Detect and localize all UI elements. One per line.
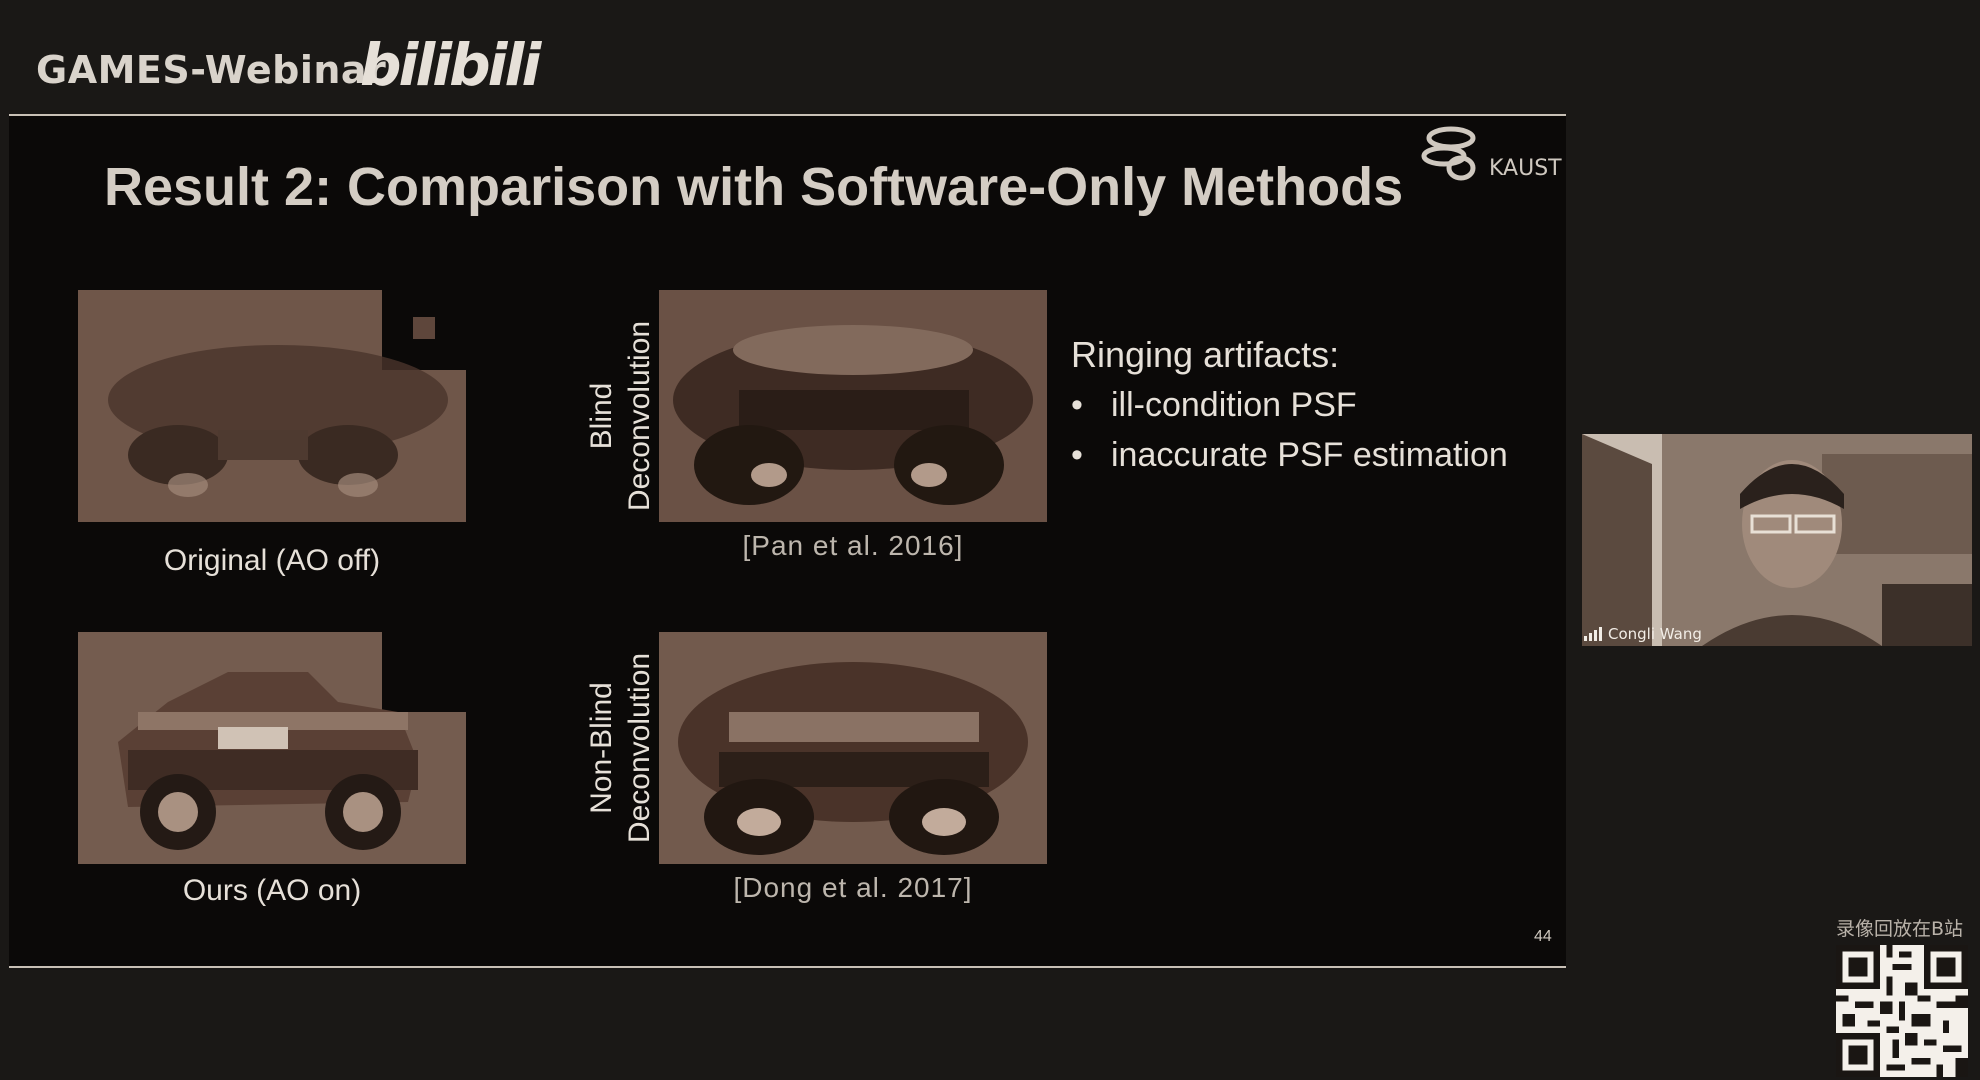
original-caption: Original (AO off) bbox=[163, 544, 381, 577]
speaker-video-tile[interactable] bbox=[1582, 434, 1972, 646]
speaker-name: Congli Wang bbox=[1608, 625, 1702, 643]
bullet: • bbox=[1071, 386, 1083, 424]
speaker-name-bar: Congli Wang bbox=[1584, 624, 1702, 644]
nonblind-label-line1: Non-Blind bbox=[585, 682, 618, 814]
blind-citation: [Pan et al. 2016] bbox=[742, 530, 964, 561]
brand-title: GAMES-Webinar bbox=[36, 48, 387, 92]
replay-hint: 录像回放在B站 bbox=[1836, 918, 1964, 940]
note-item: • ill-condition PSF bbox=[1071, 386, 1357, 425]
nonblind-deconvolution-label: Non-Blind Deconvolution bbox=[583, 648, 659, 848]
blind-deconvolution-label: Blind Deconvolution bbox=[583, 316, 659, 516]
bullet: • bbox=[1071, 436, 1083, 474]
notes-title: Ringing artifacts: bbox=[1071, 334, 1340, 375]
blind-label-line1: Blind bbox=[585, 382, 618, 450]
qr-code-icon[interactable] bbox=[1836, 945, 1968, 1077]
slide-page-number: 44 bbox=[1534, 928, 1552, 945]
shared-slide: Result 2: Comparison with Software-Only … bbox=[9, 114, 1566, 968]
blind-deconvolution-image bbox=[659, 290, 1047, 522]
ours-caption: Ours (AO on) bbox=[182, 874, 362, 907]
blind-label-line2: Deconvolution bbox=[623, 320, 656, 512]
note-item-text: inaccurate PSF estimation bbox=[1111, 436, 1508, 474]
note-item: • inaccurate PSF estimation bbox=[1071, 436, 1508, 475]
nonblind-citation: [Dong et al. 2017] bbox=[733, 872, 973, 903]
note-item-text: ill-condition PSF bbox=[1111, 386, 1357, 424]
nonblind-deconvolution-image bbox=[659, 632, 1047, 864]
ours-image bbox=[78, 632, 466, 864]
bilibili-logo: bilibili bbox=[360, 31, 541, 99]
kaust-label: KAUST bbox=[1489, 156, 1562, 181]
signal-icon bbox=[1584, 627, 1602, 641]
original-image bbox=[78, 290, 466, 522]
nonblind-label-line2: Deconvolution bbox=[623, 652, 656, 844]
slide-title: Result 2: Comparison with Software-Only … bbox=[104, 157, 1404, 217]
